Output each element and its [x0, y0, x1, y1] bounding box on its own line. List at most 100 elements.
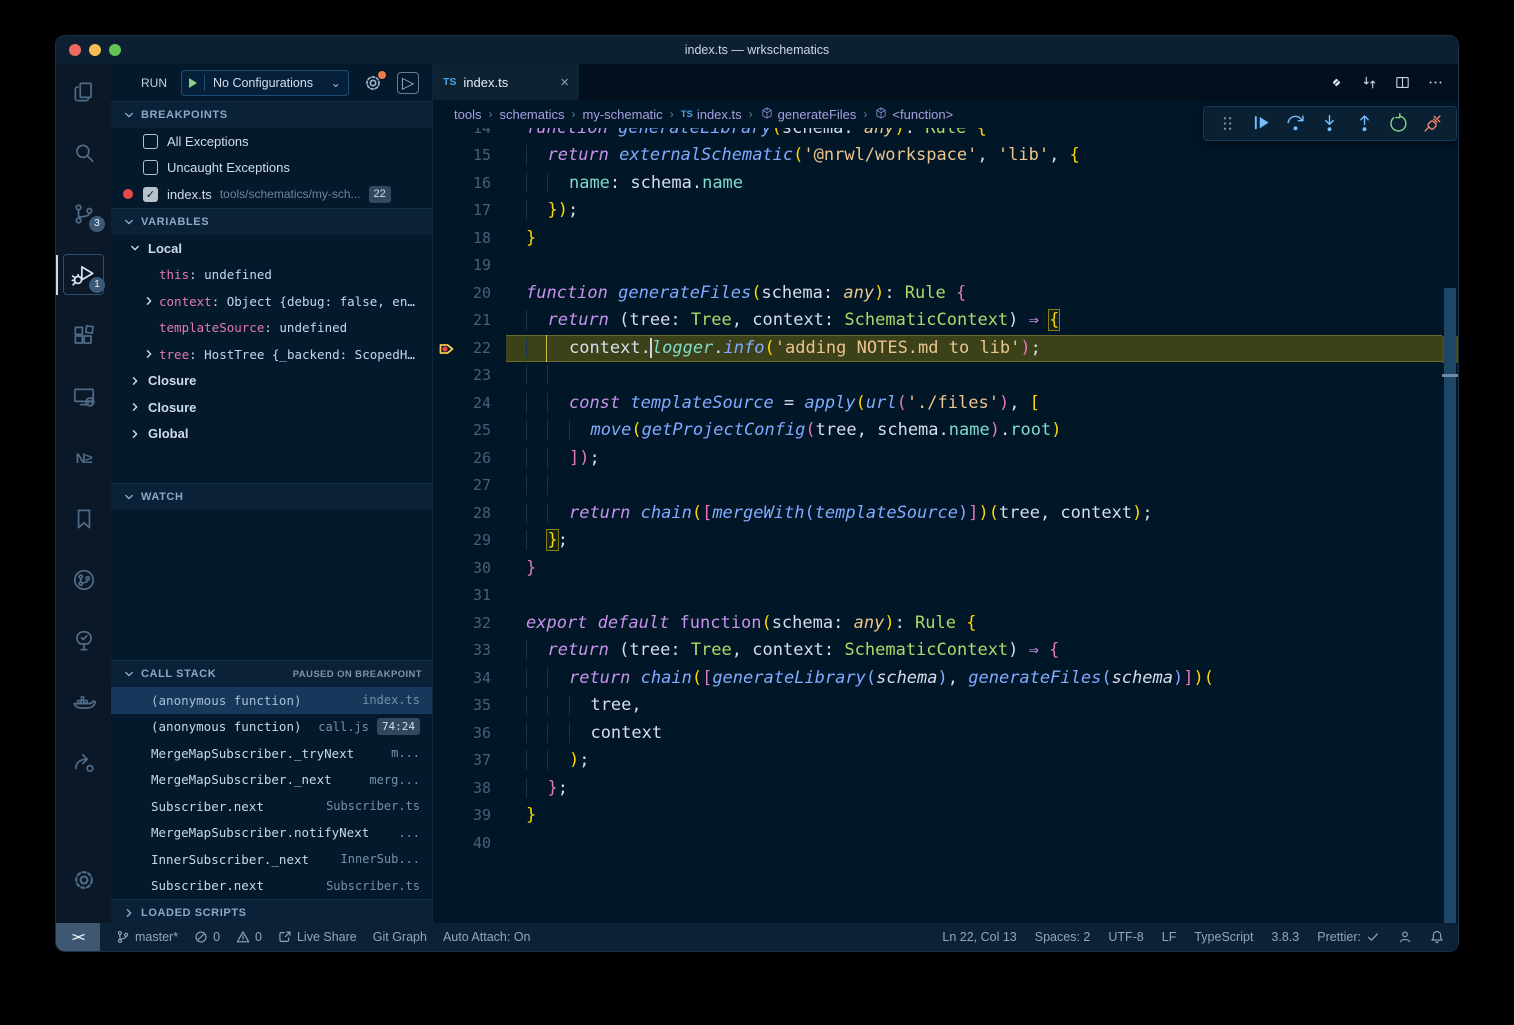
close-tab-icon[interactable]: ×: [560, 74, 569, 91]
code-line-39[interactable]: 39}: [433, 802, 1442, 830]
variables-section-header[interactable]: VARIABLES: [111, 208, 432, 235]
code-line-24[interactable]: 24 const templateSource = apply(url('./f…: [433, 390, 1442, 418]
live-share-activity-button[interactable]: [56, 741, 111, 785]
breakpoint-checkbox[interactable]: [143, 134, 158, 149]
extensions-activity-button[interactable]: [56, 314, 111, 358]
drag-grip-button[interactable]: [1215, 112, 1239, 136]
code-line-26[interactable]: 26 ]);: [433, 445, 1442, 473]
code-line-31[interactable]: 31: [433, 582, 1442, 610]
restart-button[interactable]: [1387, 112, 1411, 136]
variables-scope-row[interactable]: Closure: [111, 394, 432, 421]
code-line-38[interactable]: 38 };: [433, 775, 1442, 803]
debug-console-button[interactable]: ▷: [397, 72, 419, 94]
split-editor-icon[interactable]: [1394, 74, 1411, 91]
breadcrumb-item[interactable]: generateFiles: [760, 106, 857, 123]
breadcrumb-item[interactable]: my-schematic: [583, 107, 663, 122]
status-item-0[interactable]: 0: [236, 930, 262, 944]
code-line-20[interactable]: 20function generateFiles(schema: any): R…: [433, 280, 1442, 308]
breakpoint-row[interactable]: ✓index.tstools/schematics/my-sch...22: [111, 181, 432, 208]
call-stack-frame-row[interactable]: Subscriber.nextSubscriber.ts: [111, 873, 432, 900]
start-debug-icon[interactable]: [189, 78, 197, 88]
code-line-32[interactable]: 32export default function(schema: any): …: [433, 610, 1442, 638]
variable-row[interactable]: this: undefined: [111, 262, 432, 289]
call-stack-frame-row[interactable]: MergeMapSubscriber.notifyNext...: [111, 820, 432, 847]
bell-status-button[interactable]: [1430, 930, 1444, 944]
docker-activity-button[interactable]: [56, 680, 111, 724]
tab-index-ts[interactable]: TS index.ts ×: [433, 64, 579, 100]
code-line-27[interactable]: 27: [433, 472, 1442, 500]
breadcrumb-item[interactable]: TSindex.ts: [681, 107, 742, 122]
code-line-35[interactable]: 35 tree,: [433, 692, 1442, 720]
disconnect-button[interactable]: [1421, 112, 1445, 136]
call-stack-frame-row[interactable]: MergeMapSubscriber._tryNextm...: [111, 740, 432, 767]
code-line-36[interactable]: 36 context: [433, 720, 1442, 748]
variable-row[interactable]: tree: HostTree {_backend: ScopedH…: [111, 341, 432, 368]
bookmarks-activity-button[interactable]: [56, 497, 111, 541]
status-item-live-share[interactable]: Live Share: [278, 930, 357, 944]
status-item-3-8-3[interactable]: 3.8.3: [1271, 930, 1299, 944]
breakpoint-row[interactable]: Uncaught Exceptions: [111, 155, 432, 182]
breakpoint-checkbox[interactable]: ✓: [143, 187, 158, 202]
code-line-22[interactable]: 22 context.logger.info('adding NOTES.md …: [433, 335, 1442, 363]
call-stack-section-header[interactable]: CALL STACKPAUSED ON BREAKPOINT: [111, 660, 432, 687]
nx-console-activity-button[interactable]: N≥: [56, 436, 111, 480]
code-line-34[interactable]: 34 return chain([generateLibrary(schema)…: [433, 665, 1442, 693]
code-line-28[interactable]: 28 return chain([mergeWith(templateSourc…: [433, 500, 1442, 528]
open-changes-icon[interactable]: [1361, 74, 1378, 91]
continue-button[interactable]: [1249, 112, 1273, 136]
variables-scope-row[interactable]: Global: [111, 421, 432, 448]
breakpoints-section-header[interactable]: BREAKPOINTS: [111, 101, 432, 128]
code-line-30[interactable]: 30}: [433, 555, 1442, 583]
step-out-button[interactable]: [1352, 112, 1376, 136]
status-item-auto-attach-on[interactable]: Auto Attach: On: [443, 930, 531, 944]
watch-section-header[interactable]: WATCH: [111, 483, 432, 510]
status-item-spaces-2[interactable]: Spaces: 2: [1035, 930, 1091, 944]
status-item-lf[interactable]: LF: [1162, 930, 1177, 944]
step-into-button[interactable]: [1318, 112, 1342, 136]
loaded-scripts-section-header[interactable]: LOADED SCRIPTS: [111, 899, 432, 926]
variable-row[interactable]: templateSource: undefined: [111, 315, 432, 342]
gitlens-icon[interactable]: [1328, 74, 1345, 91]
feedback-status-button[interactable]: [1398, 930, 1412, 944]
step-over-button[interactable]: [1284, 112, 1308, 136]
files-activity-button[interactable]: [56, 70, 111, 114]
code-line-17[interactable]: 17 });: [433, 197, 1442, 225]
search-activity-button[interactable]: [56, 131, 111, 175]
status-item-typescript[interactable]: TypeScript: [1194, 930, 1253, 944]
status-item-0[interactable]: 0: [194, 930, 220, 944]
run-debug-activity-button[interactable]: 1: [56, 253, 111, 297]
more-actions-icon[interactable]: [1427, 74, 1444, 91]
manage-settings-button[interactable]: [56, 858, 111, 902]
breadcrumb-item[interactable]: tools: [454, 107, 481, 122]
code-line-29[interactable]: 29 };: [433, 527, 1442, 555]
call-stack-frame-row[interactable]: Subscriber.nextSubscriber.ts: [111, 793, 432, 820]
code-line-33[interactable]: 33 return (tree: Tree, context: Schemati…: [433, 637, 1442, 665]
variable-row[interactable]: context: Object {debug: false, en…: [111, 288, 432, 315]
status-item-git-graph[interactable]: Git Graph: [373, 930, 427, 944]
status-item-master[interactable]: master*: [116, 930, 178, 944]
editor-scrollbar[interactable]: [1444, 288, 1456, 925]
git-graph-activity-button[interactable]: [56, 558, 111, 602]
breakpoint-row[interactable]: All Exceptions: [111, 128, 432, 155]
test-explorer-activity-button[interactable]: [56, 619, 111, 663]
remote-explorer-activity-button[interactable]: [56, 375, 111, 419]
breadcrumb-item[interactable]: schematics: [499, 107, 564, 122]
breadcrumb-item[interactable]: <function>: [874, 106, 953, 123]
configure-launch-button[interactable]: [363, 73, 383, 93]
remote-indicator[interactable]: ><: [56, 923, 100, 951]
code-line-19[interactable]: 19: [433, 252, 1442, 280]
code-line-21[interactable]: 21 return (tree: Tree, context: Schemati…: [433, 307, 1442, 335]
call-stack-frame-row[interactable]: InnerSubscriber._nextInnerSub...: [111, 846, 432, 873]
code-line-18[interactable]: 18}: [433, 225, 1442, 253]
breakpoint-checkbox[interactable]: [143, 160, 158, 175]
code-line-15[interactable]: 15 return externalSchematic('@nrwl/works…: [433, 142, 1442, 170]
code-area[interactable]: 14function generateLibrary(schema: any):…: [433, 100, 1458, 923]
code-line-40[interactable]: 40: [433, 830, 1442, 858]
status-item-prettier[interactable]: Prettier:: [1317, 930, 1380, 944]
code-line-25[interactable]: 25 move(getProjectConfig(tree, schema.na…: [433, 417, 1442, 445]
variables-scope-row[interactable]: Local: [111, 235, 432, 262]
code-line-37[interactable]: 37 );: [433, 747, 1442, 775]
call-stack-frame-row[interactable]: (anonymous function)index.ts: [111, 687, 432, 714]
status-item-ln-22-col-13[interactable]: Ln 22, Col 13: [942, 930, 1016, 944]
source-control-activity-button[interactable]: 3: [56, 192, 111, 236]
